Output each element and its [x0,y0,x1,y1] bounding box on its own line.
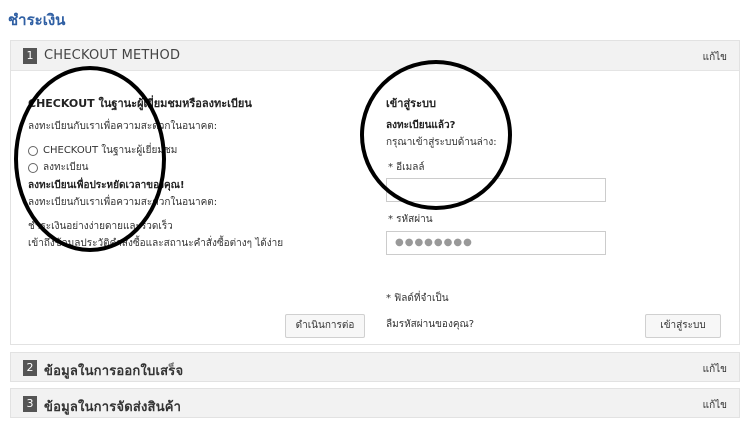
edit-link[interactable]: แก้ไข [703,398,727,413]
step-title: ข้อมูลในการจัดส่งสินค้า [44,400,182,415]
password-label: * รหัสผ่าน [388,214,433,225]
required-fields-note: * ฟิลด์ที่จำเป็น [386,293,449,304]
continue-button[interactable]: ดำเนินการต่อ [285,314,365,338]
edit-link[interactable]: แก้ไข [703,50,727,65]
checkout-method-header[interactable]: 1 CHECKOUT METHOD แก้ไข [11,41,739,71]
login-button[interactable]: เข้าสู่ระบบ [645,314,721,338]
annotation-circle-left [14,66,166,252]
forgot-password-link[interactable]: ลืมรหัสผ่านของคุณ? [386,317,474,332]
password-value: ●●●●●●●● [395,237,473,248]
annotation-circle-right [360,60,512,210]
billing-info-panel[interactable]: 2 ข้อมูลในการออกใบเสร็จ แก้ไข [10,352,740,382]
step-number: 3 [23,396,37,412]
step-title: CHECKOUT METHOD [44,48,181,63]
shipping-info-panel[interactable]: 3 ข้อมูลในการจัดส่งสินค้า แก้ไข [10,388,740,418]
page-title: ชำระเงิน [8,11,66,29]
step-title: ข้อมูลในการออกใบเสร็จ [44,364,184,379]
step-number: 2 [23,360,37,376]
edit-link[interactable]: แก้ไข [703,362,727,377]
step-number: 1 [23,48,37,64]
password-field[interactable]: ●●●●●●●● [386,231,606,255]
